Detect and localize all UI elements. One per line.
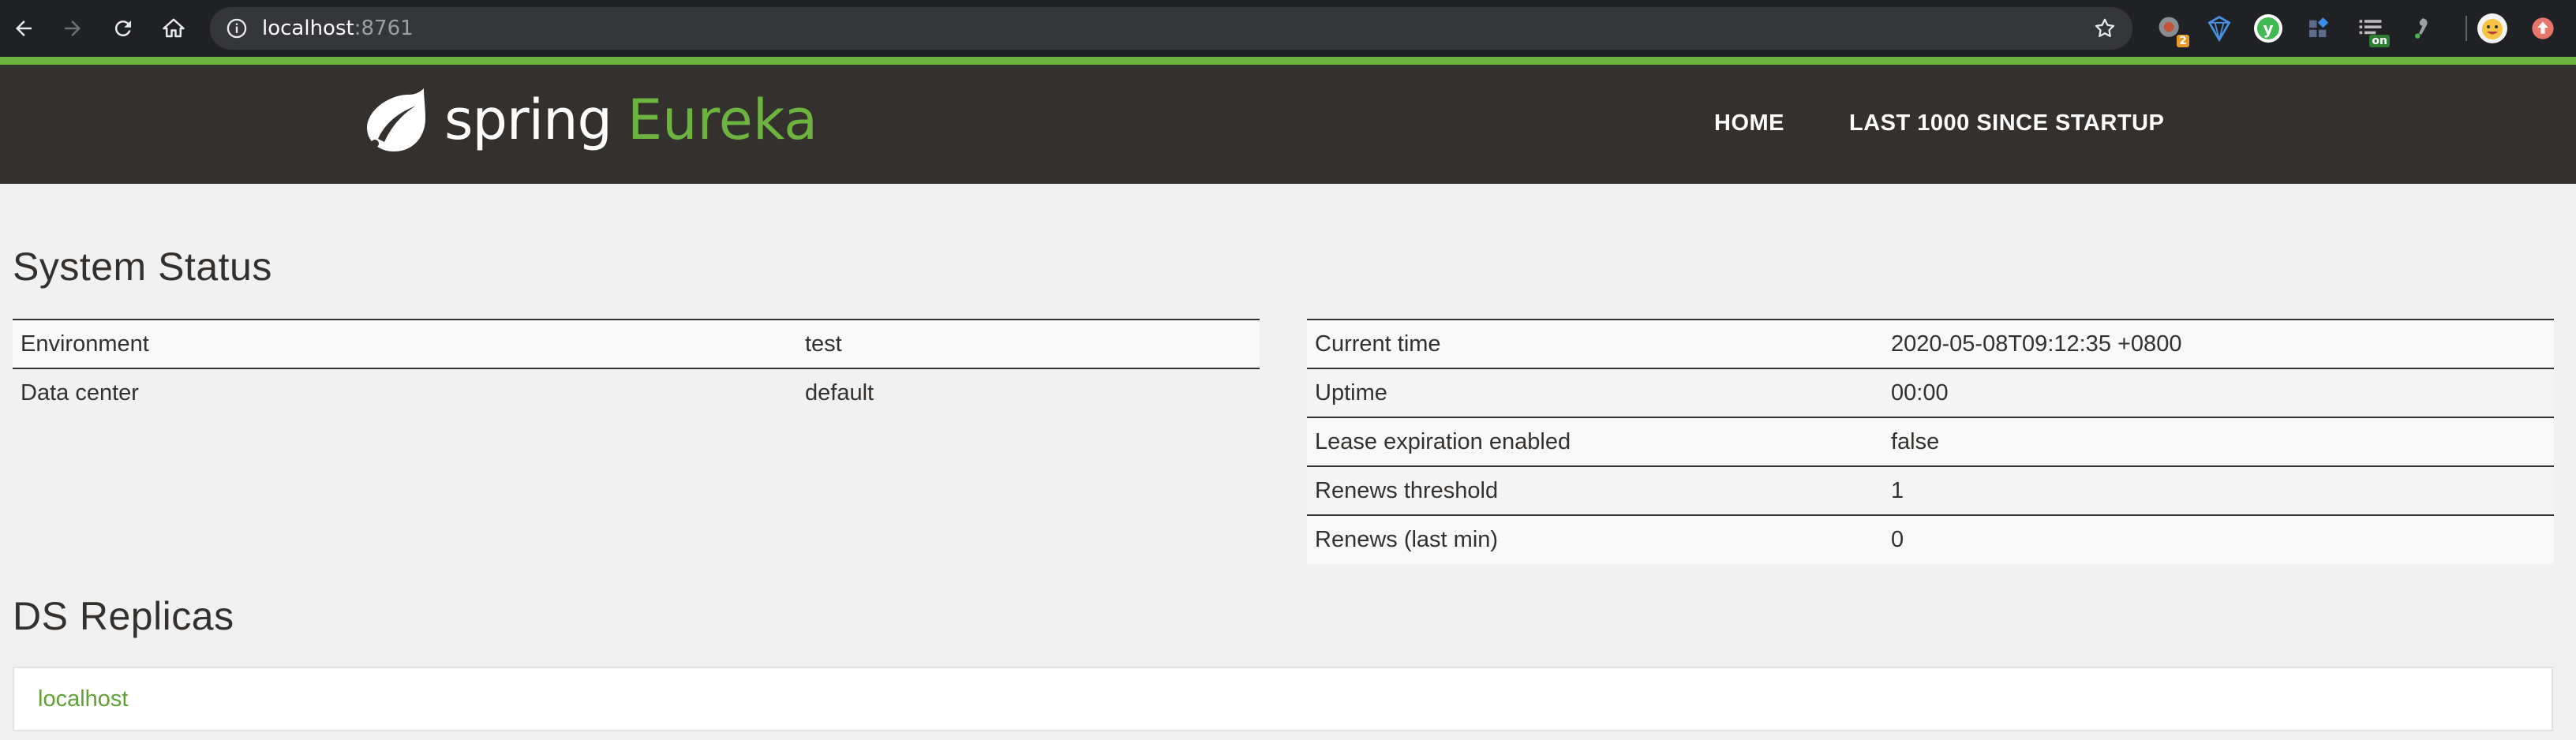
info-icon[interactable] — [226, 17, 248, 39]
row-value: false — [1883, 417, 2554, 466]
server-status-table: Current time 2020-05-08T09:12:35 +0800 U… — [1307, 319, 2554, 564]
logo-spring-text: spring — [444, 88, 612, 152]
address-bar[interactable]: localhost:8761 — [210, 7, 2132, 50]
extension-5-icon[interactable]: on — [2355, 13, 2390, 47]
row-label: Lease expiration enabled — [1307, 417, 1883, 466]
table-row: Renews threshold 1 — [1307, 465, 2554, 515]
row-label: Renews threshold — [1307, 465, 1883, 515]
extension-6-icon[interactable] — [2406, 13, 2437, 44]
bookmark-star-icon[interactable] — [2093, 17, 2117, 40]
system-status-title: System Status — [13, 245, 272, 289]
row-value: test — [797, 319, 1260, 368]
toolbar-separator — [2466, 16, 2467, 41]
nav-home-link[interactable]: HOME — [1714, 110, 1784, 136]
arrow-right-icon — [65, 21, 80, 36]
extension-3-icon[interactable]: y — [2252, 13, 2284, 44]
url-port: :8761 — [354, 17, 414, 40]
replica-link-localhost[interactable]: localhost — [38, 668, 128, 730]
url-text: localhost:8761 — [262, 7, 414, 50]
row-label: Environment — [13, 319, 797, 368]
table-row: Environment test — [13, 319, 1260, 368]
environment-table: Environment test Data center default — [13, 319, 1260, 417]
spring-leaf-icon — [367, 88, 425, 151]
extension-4-icon[interactable] — [2303, 13, 2334, 44]
table-row: Current time 2020-05-08T09:12:35 +0800 — [1307, 319, 2554, 368]
table-row: Data center default — [13, 368, 1260, 417]
row-label: Uptime — [1307, 368, 1883, 417]
nav-last-1000-link[interactable]: LAST 1000 SINCE STARTUP — [1849, 110, 2164, 136]
extension-5-badge: on — [2369, 35, 2390, 47]
back-button[interactable] — [6, 11, 41, 46]
update-icon[interactable] — [2527, 13, 2559, 44]
site-header: spring Eureka HOME LAST 1000 SINCE START… — [0, 65, 2576, 184]
extension-2-icon[interactable] — [2203, 13, 2235, 44]
extension-1-icon[interactable]: 2 — [2155, 13, 2189, 47]
row-label: Renews (last min) — [1307, 514, 1883, 564]
reload-button[interactable] — [106, 11, 140, 46]
reload-icon — [114, 21, 131, 37]
row-value: 0 — [1883, 514, 2554, 564]
ds-replicas-list: localhost — [13, 667, 2553, 731]
browser-toolbar: localhost:8761 2 y on — [0, 0, 2576, 57]
row-label: Data center — [13, 368, 797, 417]
ds-replicas-title: DS Replicas — [13, 594, 234, 638]
row-value: default — [797, 368, 1260, 417]
row-value: 00:00 — [1883, 368, 2554, 417]
home-icon — [163, 18, 185, 38]
row-value: 1 — [1883, 465, 2554, 515]
table-row: Renews (last min) 0 — [1307, 514, 2554, 564]
logo-eureka-text: Eureka — [627, 88, 818, 152]
url-host: localhost — [262, 17, 354, 40]
profile-avatar-icon[interactable] — [2477, 13, 2508, 44]
table-row: Lease expiration enabled false — [1307, 417, 2554, 466]
row-label: Current time — [1307, 319, 1883, 368]
home-button[interactable] — [156, 11, 191, 46]
spring-eureka-logo[interactable]: spring Eureka — [358, 82, 818, 158]
extension-1-badge: 2 — [2177, 35, 2189, 47]
arrow-left-icon — [16, 21, 32, 36]
svg-text:y: y — [2263, 19, 2273, 38]
row-value: 2020-05-08T09:12:35 +0800 — [1883, 319, 2554, 368]
forward-button[interactable] — [55, 11, 90, 46]
brand-accent-bar — [0, 57, 2576, 65]
table-row: Uptime 00:00 — [1307, 368, 2554, 417]
